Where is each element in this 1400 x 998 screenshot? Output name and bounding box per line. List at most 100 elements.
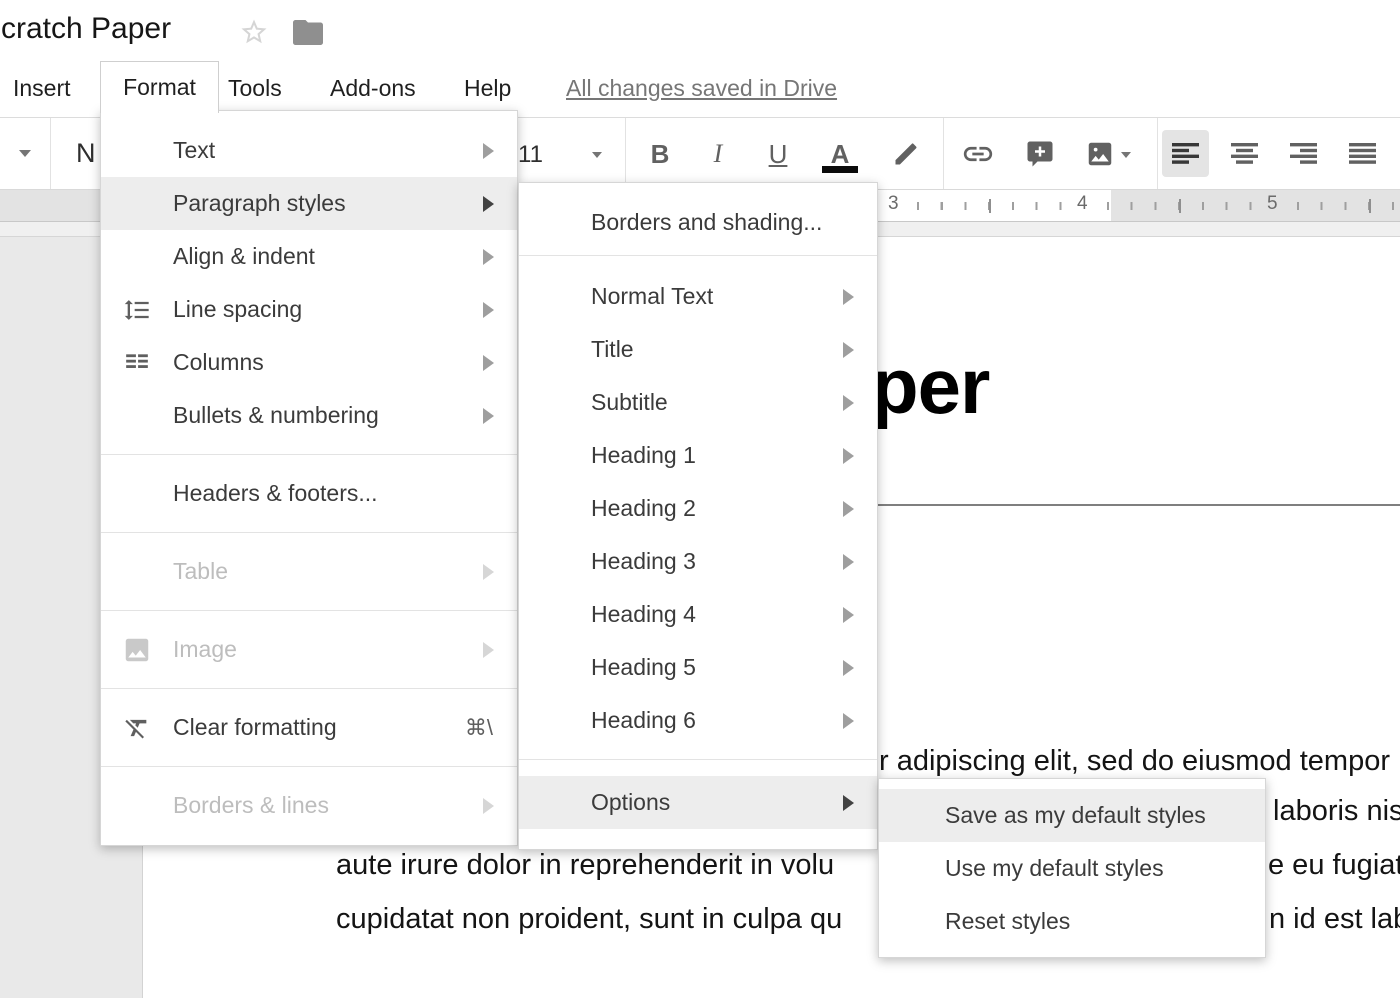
menu-item-borders-and-shading[interactable]: Borders and shading...: [519, 196, 877, 249]
insert-image-icon[interactable]: [1080, 132, 1120, 176]
columns-icon: [101, 350, 173, 376]
menu-add-ons[interactable]: Add-ons: [330, 60, 416, 117]
menu-item-table: Table: [101, 545, 517, 598]
submenu-arrow-icon: [843, 607, 854, 623]
paragraph-styles-submenu: Borders and shading... Normal Text Title…: [518, 182, 878, 850]
submenu-arrow-icon: [483, 196, 494, 212]
menu-item-use-my-default-styles[interactable]: Use my default styles: [879, 842, 1265, 895]
menu-item-options[interactable]: Options: [519, 776, 877, 829]
submenu-arrow-icon: [843, 448, 854, 464]
menu-item-clear-formatting[interactable]: Clear formatting ⌘\: [101, 701, 517, 754]
submenu-arrow-icon: [843, 554, 854, 570]
body-text-fragment: n id est lab: [1269, 903, 1400, 936]
toolbar-separator: [943, 118, 944, 189]
menu-separator: [519, 255, 877, 256]
menu-separator: [101, 532, 517, 533]
body-text-fragment: r adipiscing elit, sed do eiusmod tempor: [879, 745, 1390, 778]
menu-item-subtitle[interactable]: Subtitle: [519, 376, 877, 429]
submenu-arrow-icon: [843, 795, 854, 811]
menu-item-heading-1[interactable]: Heading 1: [519, 429, 877, 482]
highlight-color-button[interactable]: [886, 132, 926, 176]
submenu-arrow-icon: [483, 355, 494, 371]
align-left-button[interactable]: [1162, 130, 1209, 177]
submenu-arrow-icon: [483, 564, 494, 580]
toolbar-separator: [1157, 118, 1158, 189]
submenu-arrow-icon: [483, 408, 494, 424]
menu-item-bullets-numbering[interactable]: Bullets & numbering: [101, 389, 517, 442]
add-comment-icon[interactable]: [1020, 132, 1060, 176]
underline-button[interactable]: U: [758, 132, 798, 176]
justify-button[interactable]: [1339, 130, 1386, 177]
menu-item-line-spacing[interactable]: Line spacing: [101, 283, 517, 336]
body-text-fragment: e eu fugiat: [1268, 849, 1400, 882]
submenu-arrow-icon: [843, 660, 854, 676]
font-size-caret-icon[interactable]: [592, 152, 602, 158]
submenu-arrow-icon: [483, 798, 494, 814]
body-text-fragment: cupidatat non proident, sunt in culpa qu: [336, 903, 842, 936]
google-docs-app: { "window": { "title": "Scratch Paper" }…: [0, 0, 1400, 998]
menu-item-title[interactable]: Title: [519, 323, 877, 376]
submenu-arrow-icon: [843, 342, 854, 358]
format-menu: Text Paragraph styles Align & indent Lin…: [100, 110, 518, 846]
bold-button[interactable]: B: [640, 132, 680, 176]
menu-item-columns[interactable]: Columns: [101, 336, 517, 389]
menu-item-text[interactable]: Text: [101, 124, 517, 177]
menu-item-heading-3[interactable]: Heading 3: [519, 535, 877, 588]
insert-image-caret-icon[interactable]: [1121, 152, 1131, 158]
doc-heading-fragment: per: [871, 341, 989, 432]
clear-formatting-icon: [101, 714, 173, 742]
menu-separator: [101, 688, 517, 689]
ruler-mark-4: 4: [1073, 193, 1092, 215]
line-spacing-icon: [101, 296, 173, 324]
italic-button[interactable]: I: [698, 132, 738, 176]
ruler-mark-3: 3: [884, 193, 903, 215]
menu-separator: [519, 759, 877, 760]
toolbar-overflow-caret-icon[interactable]: [19, 150, 31, 157]
document-title[interactable]: Scratch Paper: [0, 12, 171, 46]
menu-item-heading-5[interactable]: Heading 5: [519, 641, 877, 694]
menu-insert[interactable]: Insert: [13, 60, 71, 117]
toolbar-separator: [625, 118, 626, 189]
submenu-arrow-icon: [843, 289, 854, 305]
ruler-mark-5: 5: [1263, 193, 1282, 215]
text-color-swatch: [822, 166, 858, 173]
insert-link-icon[interactable]: [958, 132, 998, 176]
submenu-arrow-icon: [483, 143, 494, 159]
options-submenu: Save as my default styles Use my default…: [878, 778, 1266, 958]
menu-separator: [101, 766, 517, 767]
menu-item-image: Image: [101, 623, 517, 676]
menu-item-save-as-my-default-styles[interactable]: Save as my default styles: [879, 789, 1265, 842]
menu-separator: [101, 610, 517, 611]
submenu-arrow-icon: [483, 302, 494, 318]
font-size-value[interactable]: 11: [518, 141, 543, 169]
star-icon[interactable]: [239, 17, 269, 52]
toolbar-separator: [50, 118, 51, 189]
body-text-fragment: laboris nis: [1273, 795, 1400, 828]
image-icon: [101, 635, 173, 665]
menu-item-headers-footers[interactable]: Headers & footers...: [101, 467, 517, 520]
menu-item-normal-text[interactable]: Normal Text: [519, 270, 877, 323]
menu-help[interactable]: Help: [464, 60, 511, 117]
submenu-arrow-icon: [483, 642, 494, 658]
menu-item-reset-styles[interactable]: Reset styles: [879, 895, 1265, 948]
menu-item-borders-lines: Borders & lines: [101, 779, 517, 832]
submenu-arrow-icon: [843, 395, 854, 411]
menu-format[interactable]: Format: [100, 61, 219, 113]
menu-item-align-indent[interactable]: Align & indent: [101, 230, 517, 283]
title-bar: Scratch Paper: [0, 0, 1400, 60]
menu-item-heading-2[interactable]: Heading 2: [519, 482, 877, 535]
menu-tools[interactable]: Tools: [228, 60, 282, 117]
body-text-fragment: aute irure dolor in reprehenderit in vol…: [336, 849, 834, 882]
all-changes-saved-link[interactable]: All changes saved in Drive: [566, 60, 837, 117]
submenu-arrow-icon: [483, 249, 494, 265]
submenu-arrow-icon: [843, 713, 854, 729]
menu-separator: [101, 454, 517, 455]
align-center-button[interactable]: [1221, 130, 1268, 177]
menu-item-heading-6[interactable]: Heading 6: [519, 694, 877, 747]
menu-item-paragraph-styles[interactable]: Paragraph styles: [101, 177, 517, 230]
menu-item-heading-4[interactable]: Heading 4: [519, 588, 877, 641]
align-right-button[interactable]: [1280, 130, 1327, 177]
submenu-arrow-icon: [843, 501, 854, 517]
paragraph-style-selector[interactable]: N: [76, 138, 96, 169]
folder-icon[interactable]: [293, 20, 323, 50]
